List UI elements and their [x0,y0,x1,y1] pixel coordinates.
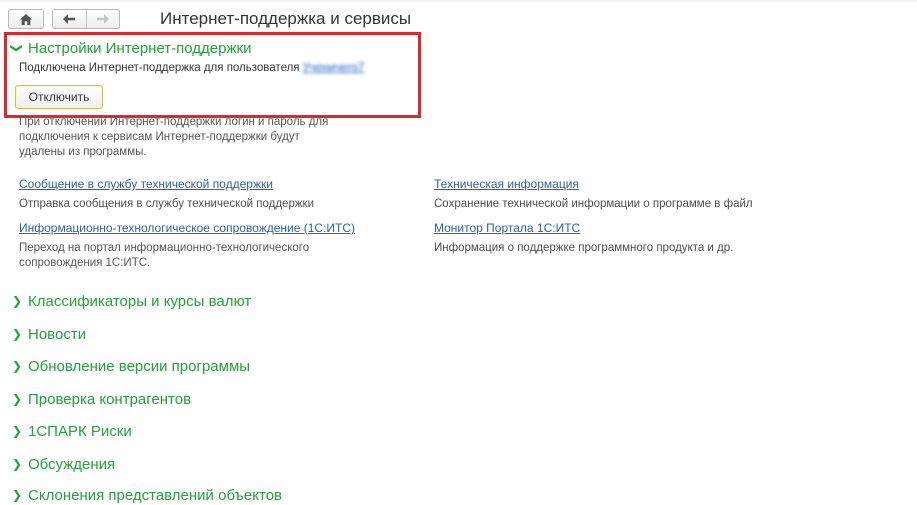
history-navigation [52,9,120,29]
section-spark-risks[interactable]: ❯ 1СПАРК Риски [10,421,132,441]
arrow-left-icon [63,14,76,24]
section-title: Новости [28,325,87,343]
link-description: Отправка сообщения в службу технической … [19,198,314,210]
link-its-support[interactable]: Информационно-технологическое сопровожде… [19,221,355,235]
section-title: Склонения представлений объектов [28,486,283,504]
link-description: Информация о поддержке программного прод… [434,242,734,254]
link-its-portal-monitor[interactable]: Монитор Портала 1С:ИТС [434,221,580,235]
chevron-right-icon: ❯ [11,457,23,471]
section-object-declensions[interactable]: ❯ Склонения представлений объектов [10,485,282,505]
link-description: Сохранение технической информации о прог… [434,198,753,210]
section-classifiers-currencies[interactable]: ❯ Классификаторы и курсы валют [10,291,251,311]
chevron-right-icon: ❯ [11,392,23,406]
back-button[interactable] [53,10,86,28]
section-title: Классификаторы и курсы валют [28,292,252,310]
chevron-right-icon: ❯ [11,424,23,438]
section-title: 1СПАРК Риски [28,422,132,440]
section-title: Обсуждения [28,455,116,473]
forward-button[interactable] [86,10,119,28]
chevron-right-icon: ❯ [11,327,23,341]
section-news[interactable]: ❯ Новости [10,324,86,344]
chevron-right-icon: ❯ [11,294,23,308]
section-counterparty-check[interactable]: ❯ Проверка контрагентов [10,389,191,409]
link-technical-information[interactable]: Техническая информация [434,177,579,191]
home-button-group [8,9,44,29]
home-icon [20,13,32,25]
link-description: Переход на портал информационно-технолог… [19,242,310,269]
home-button[interactable] [9,10,43,28]
window-top-edge [0,0,917,2]
page-title: Интернет-поддержка и сервисы [160,9,412,28]
section-discussions[interactable]: ❯ Обсуждения [10,454,115,474]
disconnect-note: При отключении Интернет-поддержки логин … [19,116,329,158]
highlight-frame [4,32,421,118]
section-title: Обновление версии программы [28,357,251,375]
section-title: Проверка контрагентов [28,390,192,408]
section-program-update[interactable]: ❯ Обновление версии программы [10,356,250,376]
chevron-right-icon: ❯ [11,359,23,373]
chevron-right-icon: ❯ [11,488,23,502]
link-technical-support-message[interactable]: Сообщение в службу технической поддержки [19,177,273,191]
arrow-right-icon [96,14,109,24]
